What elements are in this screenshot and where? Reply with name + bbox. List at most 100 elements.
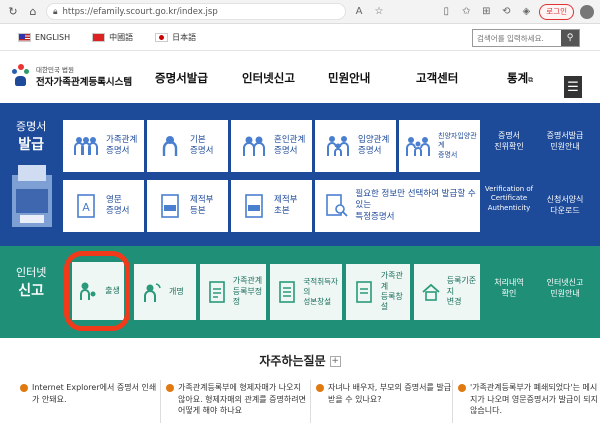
refresh-icon[interactable]: ↻ (6, 5, 20, 19)
tile-label: 혼인관계 증명서 (274, 134, 306, 156)
faq-more-button[interactable]: + (329, 356, 341, 367)
faq-item[interactable]: 자녀나 배우자, 부모의 증명서를 발급받을 수 있나요? (316, 382, 458, 405)
search-button[interactable]: ⚲ (561, 30, 579, 46)
printer-icon (12, 165, 52, 227)
external-link-icon: ⧉ (528, 76, 534, 84)
site-header: 대한민국 법원 전자가족관계등록시스템 증명서발급 인터넷신고 민원안내 고객센… (0, 52, 600, 102)
avatar[interactable] (580, 4, 594, 19)
nav-civil-guide[interactable]: 민원안내 (328, 70, 370, 86)
cert-tile-removed-register-copy[interactable]: 제적부 등본 (147, 180, 228, 232)
nav-cert-issue[interactable]: 증명서발급 (155, 70, 208, 86)
hamburger-menu-button[interactable]: ☰ (564, 76, 582, 98)
rename-icon (140, 280, 164, 304)
family-icon (73, 133, 99, 159)
report-tile-birth[interactable]: 출생 (72, 262, 124, 320)
url-text: https://efamily.scourt.go.kr/index.jsp (62, 6, 218, 17)
report-tile-create[interactable]: 가족관계 등록창설 (346, 264, 410, 320)
tile-label: 친양자입양관계 증명서 (438, 132, 477, 159)
search-input[interactable] (473, 33, 561, 43)
cert-section-title: 증명서 발급 (16, 120, 47, 153)
report-tile-correction[interactable]: 가족관계 등록부정정 (200, 264, 266, 320)
logo-subtitle: 대한민국 법원 (36, 66, 74, 74)
site-logo[interactable]: 대한민국 법원 전자가족관계등록시스템 (10, 64, 132, 88)
cert-tile-english[interactable]: A 영문 증명서 (63, 180, 144, 232)
cert-authenticity-link[interactable]: Verification of Certificate Authenticity (482, 185, 536, 213)
browser-login-button[interactable]: 로그인 (539, 3, 574, 20)
cert-tile-adoption[interactable]: 입양관계 증명서 (315, 120, 396, 172)
tile-label: 개명 (169, 286, 184, 296)
nationality-doc-icon (276, 280, 298, 304)
faq-divider (452, 380, 453, 423)
cert-tile-family[interactable]: 가족관계 증명서 (63, 120, 144, 172)
tile-label: 필요한 정보만 선택하여 발급할 수 있는 특정증명서 (355, 189, 476, 222)
japan-flag-icon (155, 33, 169, 42)
tile-label: 가족관계 증명서 (106, 134, 138, 156)
favorites-icon[interactable]: ✩ (459, 5, 473, 19)
lang-english[interactable]: ENGLISH (18, 33, 70, 42)
tile-label: 가족관계 등록창설 (380, 271, 403, 312)
china-flag-icon (92, 33, 106, 42)
faq-divider (160, 380, 161, 423)
tile-label: 가족관계 등록부정정 (232, 276, 263, 307)
lang-japanese[interactable]: 日本語 (155, 32, 196, 43)
lock-icon: 🔒︎ (53, 6, 58, 17)
faq-divider (310, 380, 311, 423)
nav-internet-report[interactable]: 인터넷신고 (242, 70, 295, 86)
house-icon (420, 280, 442, 304)
person-icon (157, 133, 183, 159)
cert-tile-basic[interactable]: 기본 증명서 (147, 120, 228, 172)
court-logo-icon (10, 64, 32, 88)
tile-label: 국적취득자의 성본창설 (303, 277, 338, 306)
collections-icon[interactable]: ⊞ (479, 5, 493, 19)
site-search: ⚲ (472, 29, 580, 47)
read-aloud-icon[interactable]: A (352, 5, 366, 19)
menu-icon: ☰ (567, 79, 579, 95)
tile-label: 제적부 등본 (190, 194, 214, 216)
cert-tile-marriage[interactable]: 혼인관계 증명서 (231, 120, 312, 172)
birth-icon (76, 279, 100, 303)
cert-tile-full-adoption[interactable]: 친양자입양관계 증명서 (399, 120, 480, 172)
register-icon (241, 193, 267, 219)
search-doc-icon (325, 193, 348, 219)
address-bar[interactable]: 🔒︎ https://efamily.scourt.go.kr/index.js… (46, 3, 346, 20)
report-section-title: 인터넷 신고 (16, 266, 47, 299)
split-screen-icon[interactable]: ▯ (439, 5, 453, 19)
browser-toolbar: ↻ ⌂ 🔒︎ https://efamily.scourt.go.kr/inde… (0, 0, 600, 24)
faq-item[interactable]: Internet Explorer에서 증명서 인쇄가 안돼요. (20, 382, 162, 405)
svg-text:A: A (82, 201, 90, 214)
create-doc-icon (352, 280, 376, 304)
faq-item[interactable]: '가족관계등록부가 폐쇄되었다'는 메시지가 나오며 영문증명서가 발급이 되지… (458, 382, 600, 417)
cert-verify-link[interactable]: 증명서 진위확인 (484, 131, 534, 153)
logo-title: 전자가족관계등록시스템 (36, 77, 133, 88)
home-icon[interactable]: ⌂ (26, 5, 40, 19)
favorite-star-icon[interactable]: ☆ (372, 5, 386, 19)
cert-guide-link[interactable]: 증명서발급 민원안내 (538, 131, 592, 153)
cert-tile-specific[interactable]: 필요한 정보만 선택하여 발급할 수 있는 특정증명서 (315, 180, 480, 232)
tile-label: 영문 증명서 (106, 194, 130, 216)
nav-customer-center[interactable]: 고객센터 (416, 70, 458, 86)
couple-icon (241, 133, 267, 159)
extensions-icon[interactable]: ⟲ (499, 5, 513, 19)
faq-heading: 자주하는질문 + (259, 354, 341, 368)
report-tile-nationality[interactable]: 국적취득자의 성본창설 (270, 264, 342, 320)
report-tile-rename[interactable]: 개명 (134, 264, 196, 320)
adoption-icon (325, 133, 351, 159)
faq-item[interactable]: 가족관계등록부에 형제자매가 나오지 않아요. 형제자매의 관계를 증명하려면 … (166, 382, 308, 417)
report-tile-base-change[interactable]: 등록기준지 변경 (414, 264, 480, 320)
cert-tile-removed-register-abstract[interactable]: 제적부 초본 (231, 180, 312, 232)
tile-label: 출생 (105, 285, 120, 295)
lang-chinese[interactable]: 中國語 (92, 32, 133, 43)
register-icon (157, 193, 183, 219)
shield-icon[interactable]: ◈ (519, 5, 533, 19)
report-status-link[interactable]: 처리내역 확인 (484, 278, 534, 300)
us-flag-icon (18, 33, 31, 42)
family-group-icon (405, 133, 431, 159)
search-icon: ⚲ (566, 33, 574, 43)
form-download-link[interactable]: 신청서양식 다운로드 (538, 195, 592, 217)
correction-doc-icon (206, 280, 228, 304)
tile-label: 등록기준지 변경 (446, 276, 477, 307)
tile-label: 기본 증명서 (190, 134, 214, 156)
english-doc-icon: A (73, 193, 99, 219)
nav-statistics[interactable]: 통계⧉ (507, 70, 533, 86)
report-guide-link[interactable]: 인터넷신고 민원안내 (536, 278, 594, 300)
